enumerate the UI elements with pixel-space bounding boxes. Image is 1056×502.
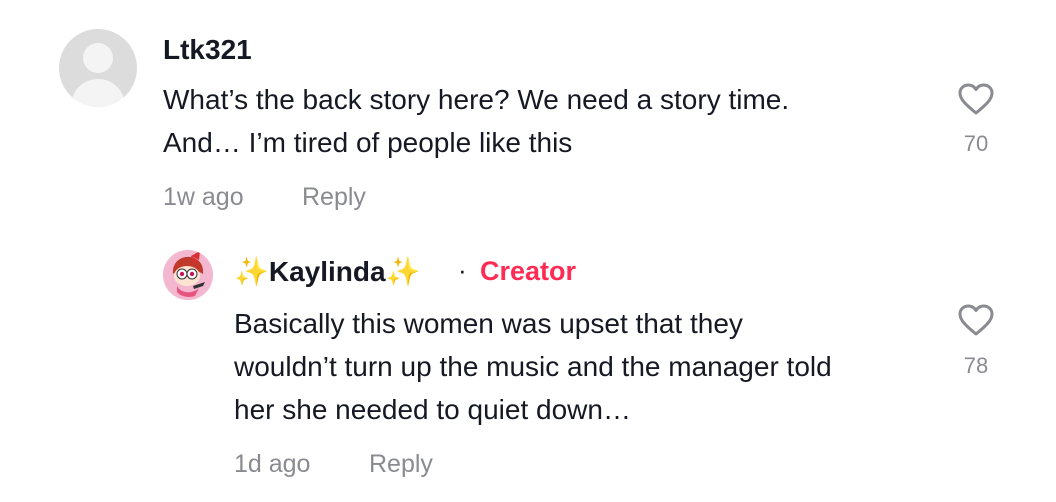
reply-text: Basically this women was upset that they… <box>234 308 832 425</box>
reply-button[interactable]: Reply <box>369 450 433 479</box>
reply-username-text: Kaylinda <box>268 256 386 287</box>
reply-username[interactable]: ✨Kaylinda✨ <box>234 255 420 288</box>
avatar[interactable] <box>59 29 137 107</box>
like-count: 70 <box>963 131 989 156</box>
reply-timestamp: 1d ago <box>234 450 311 478</box>
like-button[interactable] <box>956 82 996 116</box>
sparkle-emoji: ✨ <box>234 256 269 287</box>
comment-username[interactable]: Ltk321 <box>163 34 252 66</box>
avatar-body-shape <box>71 79 125 107</box>
reply-button[interactable]: Reply <box>302 183 366 212</box>
comment-text: What’s the back story here? We need a st… <box>163 84 790 158</box>
separator-dot: · <box>458 255 467 285</box>
creator-avatar-image <box>163 250 213 300</box>
sparkle-emoji: ✨ <box>385 256 421 287</box>
like-button[interactable] <box>956 303 996 337</box>
avatar[interactable] <box>163 250 213 300</box>
avatar-head-shape <box>83 43 113 73</box>
creator-badge: Creator <box>480 256 577 286</box>
comment-timestamp: 1w ago <box>163 183 244 211</box>
heart-outline-icon <box>958 304 994 336</box>
like-count: 78 <box>963 353 989 378</box>
heart-outline-icon <box>958 83 994 115</box>
